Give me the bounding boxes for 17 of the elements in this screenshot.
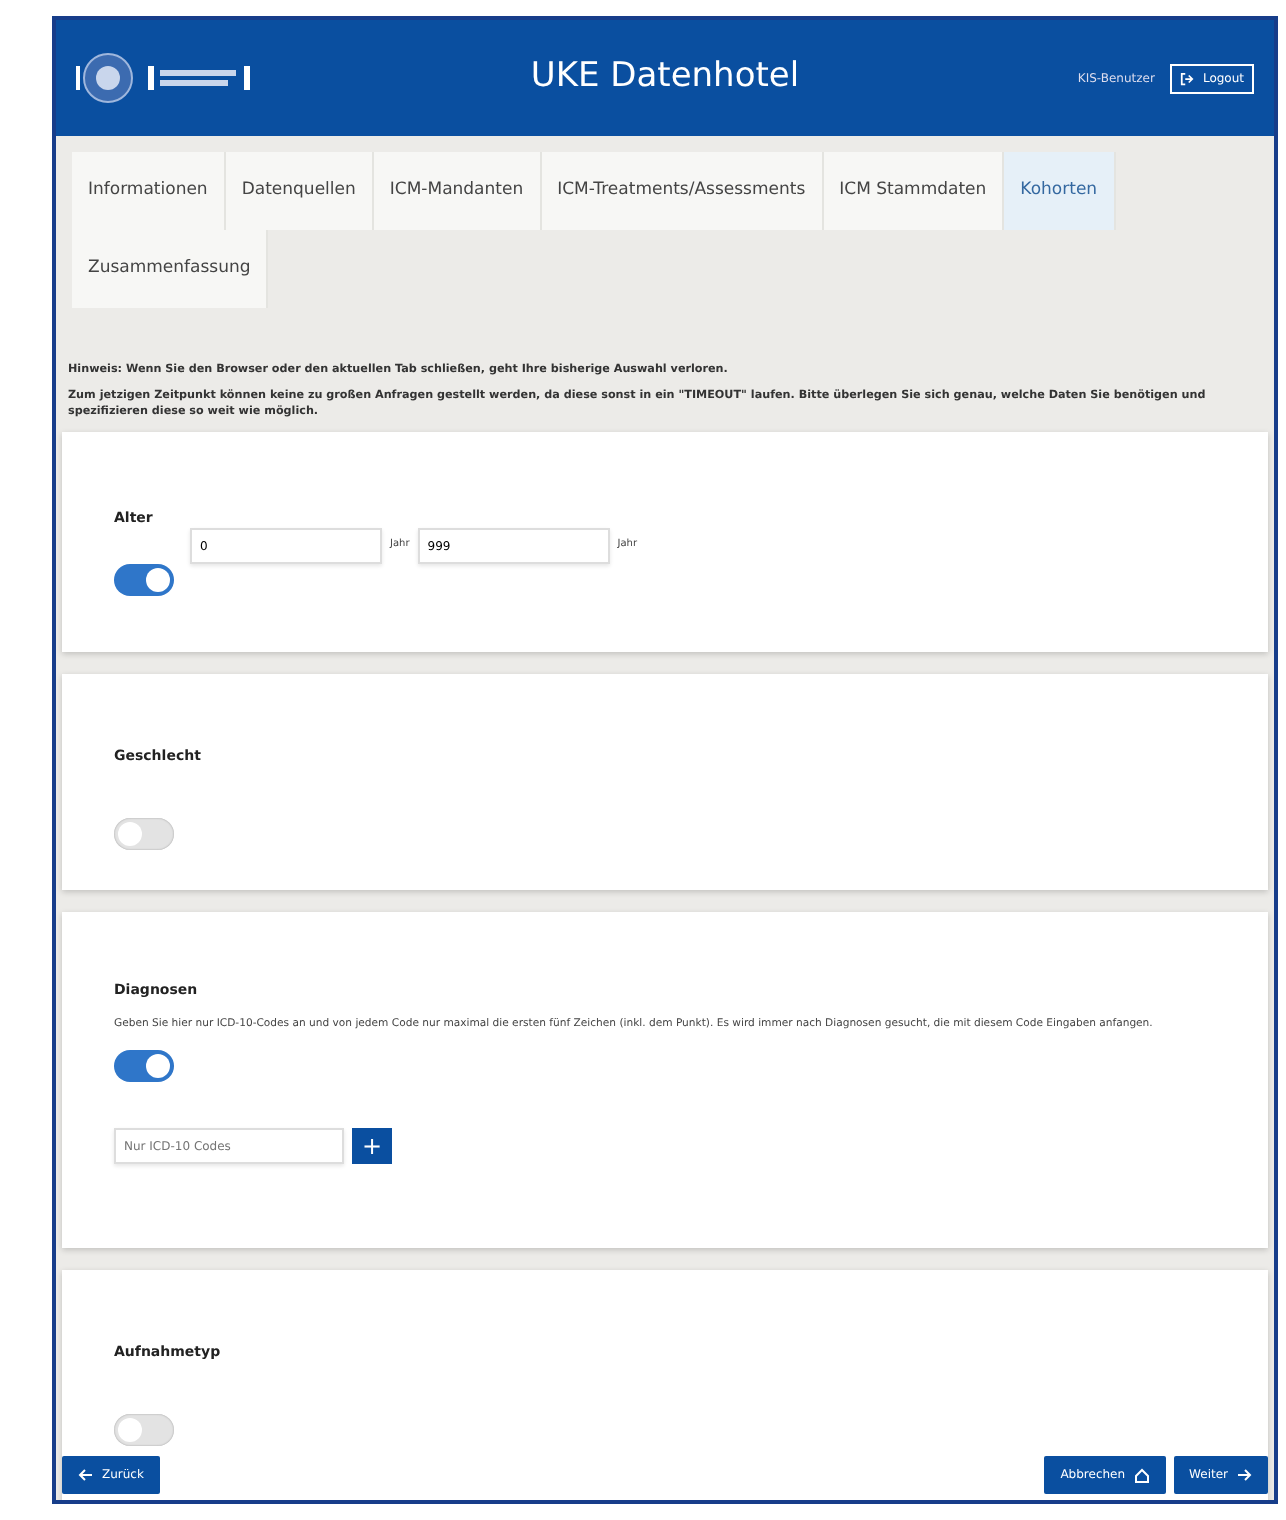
- tab[interactable]: ICM-Treatments/Assessments: [541, 152, 824, 230]
- tab[interactable]: Kohorten: [1004, 152, 1116, 230]
- add-button[interactable]: +: [352, 1128, 392, 1165]
- toggle-switch[interactable]: [114, 817, 174, 850]
- arrow-right-icon: [1236, 1468, 1252, 1482]
- toggle-switch[interactable]: [114, 1050, 174, 1083]
- tab[interactable]: Informationen: [72, 152, 226, 230]
- logout-icon: [1180, 71, 1195, 85]
- tab[interactable]: Zusammenfassung: [72, 229, 269, 307]
- app-title: UKE Datenhotel: [528, 54, 802, 101]
- tab[interactable]: ICM Stammdaten: [823, 152, 1005, 230]
- toggle-switch[interactable]: [114, 563, 174, 596]
- tab[interactable]: ICM-Mandanten: [373, 152, 542, 230]
- arrow-left-icon: [78, 1468, 94, 1482]
- tab[interactable]: Datenquellen: [225, 152, 374, 230]
- toggle-switch[interactable]: [114, 1413, 174, 1446]
- home-icon: [1133, 1467, 1150, 1483]
